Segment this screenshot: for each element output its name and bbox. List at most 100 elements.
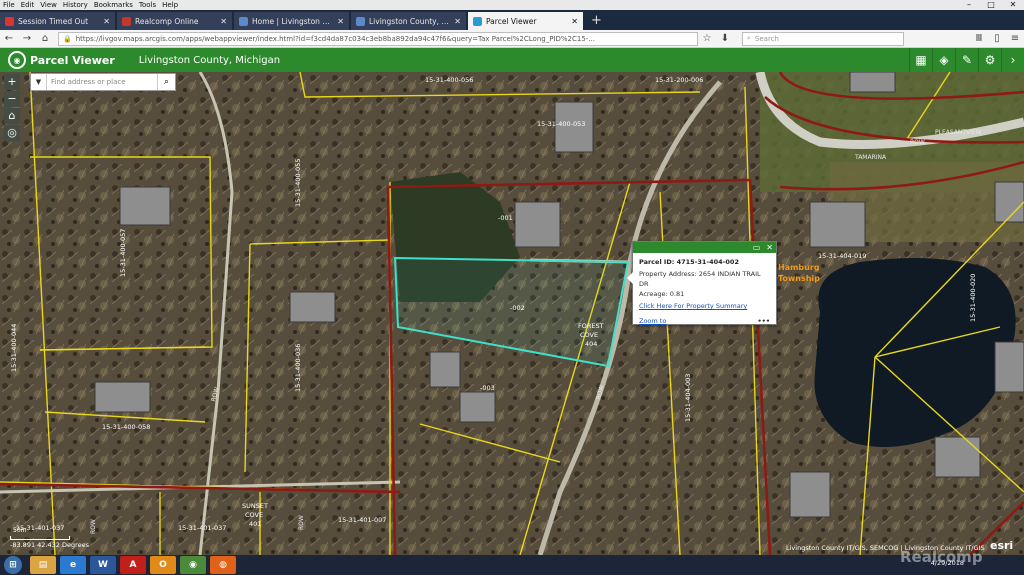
road-label: ROW: [910, 139, 925, 146]
start-icon[interactable]: ⊞: [4, 556, 22, 574]
tab-home-livingston[interactable]: Home | Livingston County, Mi ✕: [234, 12, 349, 30]
collapse-icon[interactable]: ›: [1001, 48, 1024, 72]
acrobat-icon[interactable]: A: [120, 556, 146, 574]
coordinate-readout: -83.891 42.432 Degrees: [10, 541, 90, 549]
lock-icon: 🔒: [63, 34, 72, 43]
subdivision-label: COVE: [245, 511, 263, 519]
file-explorer-icon[interactable]: ▤: [30, 556, 56, 574]
tab-favicon-icon: [122, 16, 131, 26]
parcel-label: 15-31-401-037: [178, 524, 226, 532]
url-bar[interactable]: 🔒 https://livgov.maps.arcgis.com/apps/web…: [58, 31, 698, 46]
popup-footer: Zoom to •••: [633, 310, 776, 325]
browser-window: File Edit View History Bookmarks Tools H…: [0, 0, 1024, 575]
tab-favicon-icon: [473, 16, 482, 26]
header-tools: ▦ ◈ ✎ ⚙ ›: [909, 48, 1024, 72]
subdivision-label: FOREST: [578, 322, 604, 330]
scale-bar: 50m: [10, 527, 70, 540]
tab-close-icon[interactable]: ✕: [337, 17, 344, 26]
search-icon[interactable]: ⌕: [157, 74, 175, 90]
zoom-out-icon[interactable]: −: [4, 91, 20, 107]
menu-tools[interactable]: Tools: [136, 1, 159, 9]
tab-label: Session Timed Out: [18, 16, 89, 26]
parcel-label: 15-31-400-058: [102, 423, 150, 431]
address-search-input[interactable]: Find address or place: [47, 78, 157, 86]
tab-realcomp-online[interactable]: Realcomp Online ✕: [117, 12, 232, 30]
lot-label: -003: [480, 384, 495, 392]
bookmark-star-icon[interactable]: ☆: [698, 33, 716, 44]
road-label: PLEASANTVIEW: [935, 129, 982, 136]
menu-view[interactable]: View: [37, 1, 60, 9]
road-label: ROW: [298, 515, 305, 530]
zoom-in-icon[interactable]: +: [4, 74, 20, 90]
tab-close-icon[interactable]: ✕: [220, 17, 227, 26]
lot-label: -001: [498, 214, 513, 222]
menu-bookmarks[interactable]: Bookmarks: [91, 1, 136, 9]
tab-session-timed-out[interactable]: Session Timed Out ✕: [0, 12, 115, 30]
basemap-gallery-icon[interactable]: ▦: [909, 48, 932, 72]
township-label: Hamburg: [778, 263, 820, 272]
aerial-map[interactable]: 15-31-400-056 15-31-200-006 15-31-400-05…: [0, 72, 1024, 555]
subdivision-label: 401: [249, 520, 261, 528]
maximize-icon[interactable]: □: [980, 0, 1002, 10]
library-icon[interactable]: Ⅲ: [970, 33, 988, 44]
menu-bar: File Edit View History Bookmarks Tools H…: [0, 0, 1024, 10]
property-summary-link[interactable]: Click Here For Property Summary: [633, 299, 776, 310]
menu-history[interactable]: History: [60, 1, 91, 9]
download-icon[interactable]: ⬇: [716, 33, 734, 44]
source-dropdown-icon[interactable]: ▼: [31, 74, 47, 90]
nav-bar: ← → ⌂ 🔒 https://livgov.maps.arcgis.com/ap…: [0, 30, 1024, 48]
menu-file[interactable]: File: [0, 1, 18, 9]
chrome-icon[interactable]: ◉: [180, 556, 206, 574]
map-view[interactable]: 15-31-400-056 15-31-200-006 15-31-400-05…: [0, 72, 1024, 555]
tab-close-icon[interactable]: ✕: [103, 17, 110, 26]
parcel-label: 15-31-404-003: [684, 374, 692, 422]
tab-close-icon[interactable]: ✕: [454, 17, 461, 26]
firefox-icon[interactable]: ◍: [210, 556, 236, 574]
new-tab-icon[interactable]: +: [585, 12, 608, 30]
road-label: TAMARINA: [854, 154, 887, 161]
app-header: ◉ Parcel Viewer Livingston County, Michi…: [0, 48, 1024, 72]
zoom-to-link[interactable]: Zoom to: [639, 317, 666, 325]
tab-parcel-viewer[interactable]: Parcel Viewer ✕: [468, 12, 583, 30]
tab-close-icon[interactable]: ✕: [571, 17, 578, 26]
parcel-label: 15-31-404-019: [818, 252, 866, 260]
word-icon[interactable]: W: [90, 556, 116, 574]
more-options-icon[interactable]: •••: [758, 317, 770, 325]
menu-edit[interactable]: Edit: [18, 1, 38, 9]
toolbar-right: Ⅲ ▯ ≡: [970, 33, 1024, 44]
popup-title: Parcel ID: 4715-31-404-002: [639, 258, 739, 266]
tab-label: Livingston County, Michigan: [369, 16, 450, 26]
back-icon[interactable]: ←: [0, 33, 18, 44]
tab-livingston-county[interactable]: Livingston County, Michigan ✕: [351, 12, 466, 30]
close-popup-icon[interactable]: ✕: [763, 242, 776, 253]
home-icon[interactable]: ⌂: [36, 33, 54, 44]
sidebar-icon[interactable]: ▯: [988, 33, 1006, 44]
print-icon[interactable]: ⚙: [978, 48, 1001, 72]
parcel-label: 15-31-401-007: [338, 516, 386, 524]
layers-icon[interactable]: ◈: [932, 48, 955, 72]
maximize-popup-icon[interactable]: ▭: [750, 242, 764, 253]
menu-icon[interactable]: ≡: [1006, 33, 1024, 44]
my-location-icon[interactable]: ◎: [4, 125, 20, 141]
app-logo-icon: ◉: [8, 51, 26, 69]
browser-search-input[interactable]: ⌕ Search: [742, 31, 904, 46]
tab-favicon-icon: [239, 16, 248, 26]
default-extent-icon[interactable]: ⌂: [4, 108, 20, 124]
windows-taskbar: ⊞ ▤ e W A O ◉ ◍: [0, 555, 1024, 575]
forward-icon[interactable]: →: [18, 33, 36, 44]
outlook-icon[interactable]: O: [150, 556, 176, 574]
minimize-icon[interactable]: –: [958, 0, 980, 10]
internet-explorer-icon[interactable]: e: [60, 556, 86, 574]
parcel-label: 15-31-400-057: [119, 229, 127, 277]
parcel-label: 15-31-400-053: [537, 120, 585, 128]
close-icon[interactable]: ✕: [1002, 0, 1024, 10]
parcel-label: 15-31-200-006: [655, 76, 703, 84]
measure-icon[interactable]: ✎: [955, 48, 978, 72]
menu-help[interactable]: Help: [159, 1, 181, 9]
search-icon: ⌕: [747, 34, 751, 42]
popup-pointer: [627, 272, 633, 284]
subdivision-label: COVE: [580, 331, 598, 339]
tab-label: Realcomp Online: [135, 16, 199, 26]
map-nav-controls: + − ⌂ ◎: [4, 74, 20, 142]
parcel-label: 15-31-400-044: [10, 324, 18, 372]
